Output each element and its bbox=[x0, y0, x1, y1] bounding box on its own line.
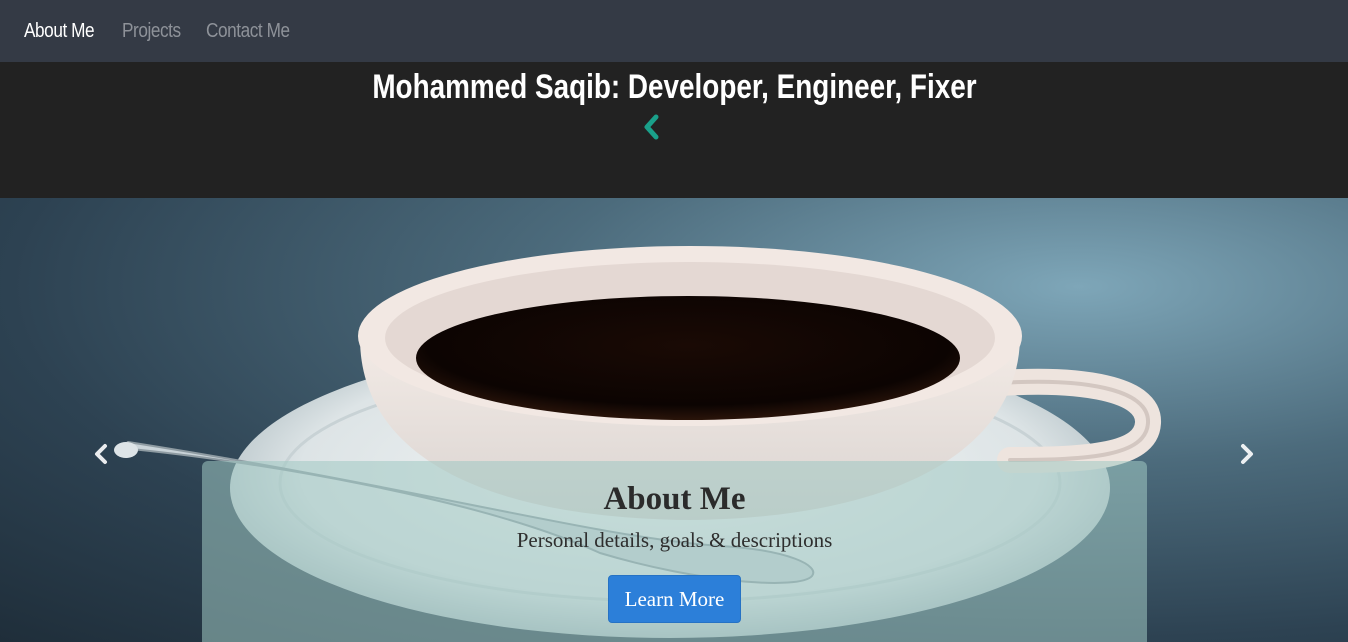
image-carousel: About Me Personal details, goals & descr… bbox=[0, 198, 1348, 642]
header-band: Mohammed Saqib: Developer, Engineer, Fix… bbox=[0, 62, 1348, 198]
top-navbar: About Me Projects Contact Me bbox=[0, 0, 1348, 62]
nav-link-about-me[interactable]: About Me bbox=[24, 20, 95, 43]
caption-title: About Me bbox=[603, 481, 746, 517]
nav-link-contact-me[interactable]: Contact Me bbox=[206, 20, 290, 43]
nav-link-projects[interactable]: Projects bbox=[122, 20, 181, 43]
page-title: Mohammed Saqib: Developer, Engineer, Fix… bbox=[371, 68, 977, 106]
carousel-next-icon[interactable] bbox=[1235, 440, 1259, 468]
carousel-prev-icon[interactable] bbox=[89, 440, 113, 468]
caption-subtitle: Personal details, goals & descriptions bbox=[516, 528, 833, 552]
chevron-left-icon[interactable] bbox=[642, 114, 662, 140]
learn-more-button[interactable]: Learn More bbox=[608, 575, 741, 623]
carousel-caption: About Me Personal details, goals & descr… bbox=[202, 461, 1147, 642]
